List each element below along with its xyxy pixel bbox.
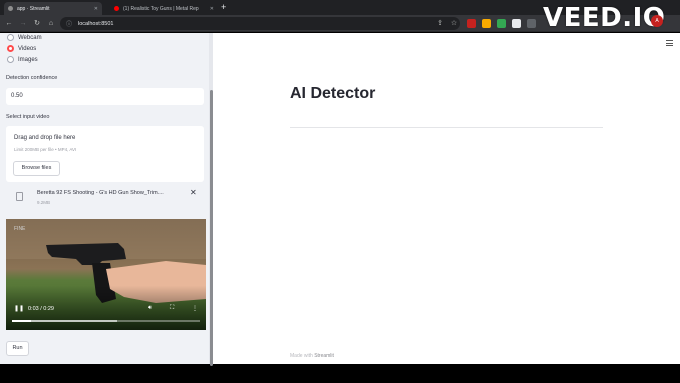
streamlit-link[interactable]: Streamlit	[314, 353, 334, 359]
video-frame	[6, 219, 206, 330]
adblock-extension-icon[interactable]	[467, 19, 476, 28]
bookmark-star-icon[interactable]: ☆	[449, 15, 459, 32]
tab-label: (1) Realistic Toy Guns | Metal Rep	[123, 5, 199, 12]
reload-icon[interactable]: ↻	[32, 15, 42, 32]
confidence-label: Detection confidence	[6, 75, 58, 81]
back-icon[interactable]: ←	[4, 15, 14, 32]
address-bar[interactable]: ⓘ localhost:8501	[60, 17, 460, 30]
remove-file-icon[interactable]: ✕	[190, 188, 197, 197]
uploaded-file-size: 9.2MB	[37, 200, 51, 205]
close-tab-icon[interactable]: ✕	[210, 6, 214, 12]
sidebar: Webcam Videos Images Detection confidenc…	[0, 33, 213, 364]
close-tab-icon[interactable]: ✕	[94, 6, 98, 12]
radio-dot	[7, 56, 14, 63]
video-select-label: Select input video	[6, 114, 50, 120]
extension-icon[interactable]	[527, 19, 536, 28]
radio-videos[interactable]: Videos	[7, 45, 36, 52]
share-icon[interactable]: ⇪	[435, 15, 445, 32]
radio-dot	[7, 34, 14, 41]
tab-streamlit-app[interactable]: app · Streamlit ✕	[4, 2, 102, 15]
dropzone-title: Drag and drop file here	[14, 135, 76, 141]
radio-webcam[interactable]: Webcam	[7, 34, 42, 41]
radio-images[interactable]: Images	[7, 56, 38, 63]
video-time: 0:03 / 0:29	[28, 306, 54, 312]
extension-icon[interactable]	[512, 19, 521, 28]
streamlit-favicon-icon	[8, 6, 13, 11]
footer: Made with Streamlit	[290, 353, 334, 359]
site-info-icon[interactable]: ⓘ	[66, 19, 72, 28]
url-text: localhost:8501	[78, 20, 114, 27]
vpn-extension-icon[interactable]	[497, 19, 506, 28]
watermark: VEED.IO	[543, 3, 666, 33]
tab-youtube[interactable]: (1) Realistic Toy Guns | Metal Rep ✕	[110, 2, 218, 15]
radio-dot-selected	[7, 45, 14, 52]
pause-icon[interactable]: ❚❚	[14, 305, 24, 312]
divider	[290, 127, 603, 128]
radio-label: Videos	[18, 45, 37, 52]
run-button[interactable]: Run	[6, 341, 29, 356]
page-title: AI Detector	[290, 85, 376, 102]
file-dropzone[interactable]: Drag and drop file here Limit 200MB per …	[6, 126, 204, 182]
fullscreen-icon[interactable]: ⛶	[170, 305, 174, 312]
uploaded-file-name: Beretta 92 FS Shooting - G's HD Gun Show…	[37, 190, 164, 196]
video-overlay-text: FINE	[14, 226, 26, 232]
new-tab-button[interactable]: +	[221, 1, 226, 14]
dropzone-limit: Limit 200MB per file • MP4, AVI	[14, 147, 77, 152]
forward-icon[interactable]: →	[18, 15, 28, 32]
video-progress-bar[interactable]	[12, 320, 200, 322]
radio-label: Images	[18, 56, 38, 63]
streamlit-page: Webcam Videos Images Detection confidenc…	[0, 33, 680, 366]
sidebar-scrollbar-thumb[interactable]	[210, 90, 213, 366]
hamburger-menu-icon[interactable]	[666, 40, 673, 48]
video-player[interactable]: FINE ❚❚ 0:03 / 0:29 🔊︎ ⛶ ⋮	[6, 219, 206, 330]
file-icon	[16, 192, 23, 201]
youtube-favicon-icon	[114, 6, 119, 11]
home-icon[interactable]: ⌂	[46, 15, 56, 32]
radio-label: Webcam	[18, 34, 42, 41]
more-options-icon[interactable]: ⋮	[192, 305, 198, 312]
screen: app · Streamlit ✕ (1) Realistic Toy Guns…	[0, 0, 680, 383]
tab-label: app · Streamlit	[17, 5, 50, 12]
extension-icon[interactable]	[482, 19, 491, 28]
confidence-input[interactable]: 0.50	[6, 88, 204, 105]
footer-prefix: Made with	[290, 353, 313, 359]
video-played	[12, 320, 31, 322]
volume-icon[interactable]: 🔊︎	[148, 305, 152, 312]
browse-files-button[interactable]: Browse files	[13, 161, 60, 176]
profile-avatar[interactable]: A	[651, 15, 663, 27]
